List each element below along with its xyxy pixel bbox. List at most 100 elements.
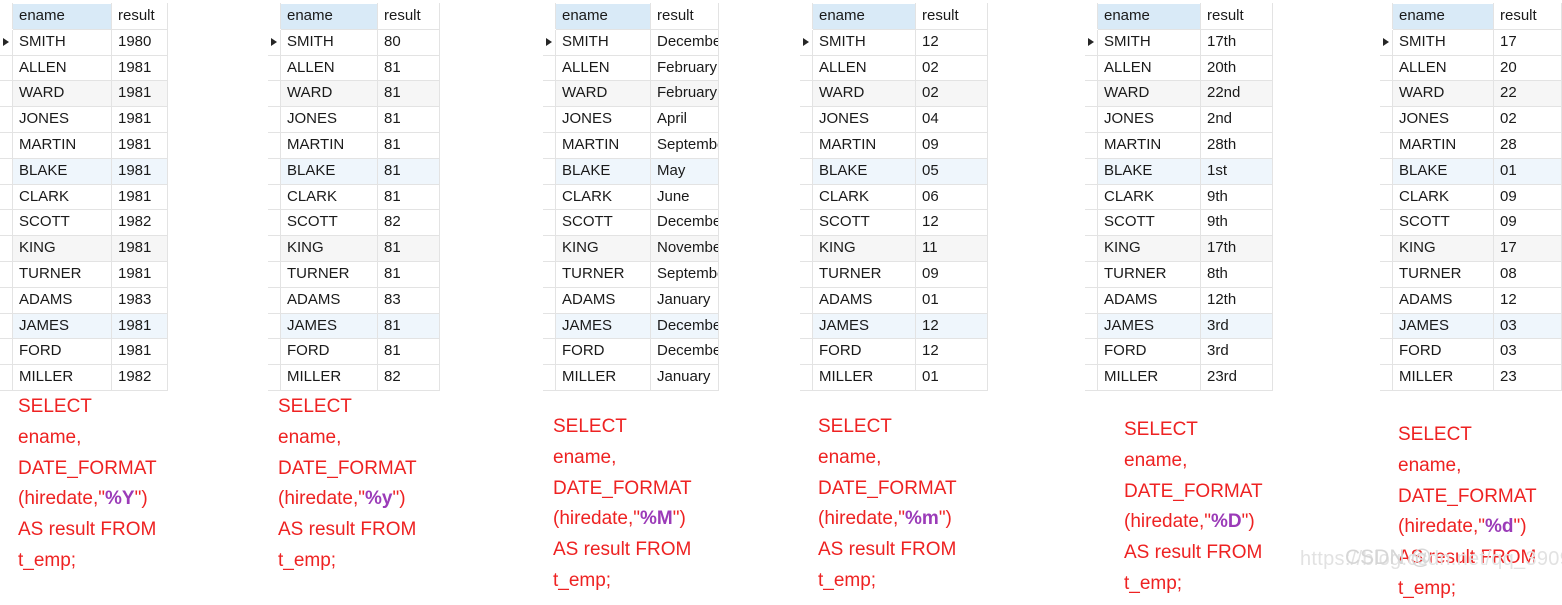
row-indicator-gutter[interactable] (1380, 54, 1393, 82)
cell-ename[interactable]: FORD (280, 338, 378, 366)
row-indicator-gutter[interactable] (0, 286, 13, 314)
table-row[interactable]: MILLER 23 (1380, 364, 1562, 391)
table-row[interactable]: WARD 02 (800, 80, 988, 108)
table-row[interactable]: JAMES 1981 (0, 312, 168, 340)
cell-result[interactable]: 2nd (1200, 106, 1273, 133)
table-row[interactable]: WARD 22 (1380, 80, 1562, 108)
cell-ename[interactable]: FORD (555, 338, 651, 366)
table-row[interactable]: ADAMS 12th (1085, 286, 1273, 314)
table-row[interactable]: SCOTT 12 (800, 209, 988, 237)
table-row[interactable]: JAMES 81 (268, 312, 440, 340)
row-indicator-gutter[interactable] (0, 131, 13, 159)
cell-ename[interactable]: FORD (12, 338, 112, 366)
table-row[interactable]: MILLER 82 (268, 364, 440, 391)
cell-ename[interactable]: BLAKE (1392, 157, 1494, 185)
row-indicator-gutter[interactable] (800, 131, 813, 159)
table-row[interactable]: ALLEN 02 (800, 54, 988, 82)
table-row[interactable]: BLAKE 05 (800, 157, 988, 185)
cell-ename[interactable]: CLARK (555, 183, 651, 211)
row-indicator-gutter[interactable] (1085, 54, 1098, 82)
cell-ename[interactable]: TURNER (12, 260, 112, 288)
row-indicator-gutter[interactable] (1380, 312, 1393, 340)
cell-ename[interactable]: JONES (812, 106, 916, 133)
row-indicator-gutter[interactable] (1380, 157, 1393, 185)
cell-result[interactable]: 02 (915, 54, 988, 82)
row-indicator-gutter[interactable] (543, 338, 556, 366)
table-row[interactable]: SCOTT 82 (268, 209, 440, 237)
row-indicator-gutter[interactable] (543, 80, 556, 108)
cell-result[interactable]: 01 (915, 286, 988, 314)
row-indicator-gutter[interactable] (543, 364, 556, 391)
cell-result[interactable]: December (650, 28, 719, 56)
row-indicator-gutter[interactable] (1380, 364, 1393, 391)
row-indicator-gutter[interactable] (543, 157, 556, 185)
table-row[interactable]: SCOTTDecember (543, 209, 719, 237)
cell-result[interactable]: 82 (377, 364, 440, 391)
cell-result[interactable]: 11 (915, 235, 988, 262)
row-indicator-gutter[interactable] (543, 106, 556, 133)
row-indicator-gutter[interactable] (800, 106, 813, 133)
cell-ename[interactable]: CLARK (1392, 183, 1494, 211)
row-indicator-gutter[interactable] (543, 235, 556, 262)
row-indicator-gutter[interactable] (1085, 286, 1098, 314)
cell-result[interactable]: 1981 (111, 80, 168, 108)
row-indicator-gutter[interactable] (0, 106, 13, 133)
cell-result[interactable]: January (650, 286, 719, 314)
table-row[interactable]: BLAKE 1981 (0, 157, 168, 185)
cell-ename[interactable]: ALLEN (280, 54, 378, 82)
cell-ename[interactable]: TURNER (812, 260, 916, 288)
row-indicator-gutter[interactable] (268, 235, 281, 262)
cell-ename[interactable]: ALLEN (555, 54, 651, 82)
cell-result[interactable]: 83 (377, 286, 440, 314)
table-row[interactable]: FORD 1981 (0, 338, 168, 366)
row-indicator-gutter[interactable] (1085, 157, 1098, 185)
table-row[interactable]: SCOTT 1982 (0, 209, 168, 237)
cell-result[interactable]: 81 (377, 338, 440, 366)
column-header-result[interactable]: result (915, 3, 988, 30)
cell-result[interactable]: 20 (1493, 54, 1562, 82)
cell-ename[interactable]: WARD (12, 80, 112, 108)
cell-result[interactable]: 06 (915, 183, 988, 211)
row-indicator-gutter[interactable] (800, 260, 813, 288)
cell-ename[interactable]: MARTIN (12, 131, 112, 159)
table-row[interactable]: SMITH 17th (1085, 28, 1273, 56)
table-row[interactable]: BLAKE 1st (1085, 157, 1273, 185)
row-indicator-gutter[interactable] (0, 209, 13, 237)
table-row[interactable]: WARD 1981 (0, 80, 168, 108)
table-row[interactable]: MARTINSeptember (543, 131, 719, 159)
cell-ename[interactable]: CLARK (1097, 183, 1201, 211)
cell-result[interactable]: 09 (1493, 209, 1562, 237)
row-indicator-gutter[interactable] (1085, 106, 1098, 133)
table-row[interactable]: ADAMS January (543, 286, 719, 314)
column-header-ename[interactable]: ename (12, 3, 112, 30)
row-indicator-gutter[interactable] (268, 54, 281, 82)
row-indicator-gutter[interactable] (1085, 364, 1098, 391)
column-header-result[interactable]: result (1493, 3, 1562, 30)
cell-result[interactable]: 08 (1493, 260, 1562, 288)
cell-ename[interactable]: JAMES (1392, 312, 1494, 340)
row-indicator-gutter[interactable] (0, 80, 13, 108)
current-row-indicator[interactable] (1380, 28, 1393, 56)
cell-result[interactable]: 1981 (111, 183, 168, 211)
row-indicator-gutter[interactable] (1085, 209, 1098, 237)
column-header-ename[interactable]: ename (1392, 3, 1494, 30)
table-row[interactable]: SCOTT 09 (1380, 209, 1562, 237)
table-row[interactable]: CLARK 09 (1380, 183, 1562, 211)
cell-ename[interactable]: KING (1097, 235, 1201, 262)
cell-ename[interactable]: ALLEN (812, 54, 916, 82)
cell-ename[interactable]: JONES (1097, 106, 1201, 133)
cell-result[interactable]: 17th (1200, 28, 1273, 56)
table-row[interactable]: MILLER 1982 (0, 364, 168, 391)
cell-ename[interactable]: JAMES (280, 312, 378, 340)
current-row-indicator[interactable] (268, 28, 281, 56)
cell-result[interactable]: 1st (1200, 157, 1273, 185)
cell-ename[interactable]: ADAMS (12, 286, 112, 314)
cell-ename[interactable]: ALLEN (12, 54, 112, 82)
cell-ename[interactable]: ALLEN (1097, 54, 1201, 82)
row-indicator-gutter[interactable] (268, 260, 281, 288)
cell-ename[interactable]: SCOTT (1097, 209, 1201, 237)
cell-result[interactable]: 09 (1493, 183, 1562, 211)
table-row[interactable]: JONES April (543, 106, 719, 133)
cell-ename[interactable]: ADAMS (1097, 286, 1201, 314)
table-row[interactable]: ALLEN February (543, 54, 719, 82)
